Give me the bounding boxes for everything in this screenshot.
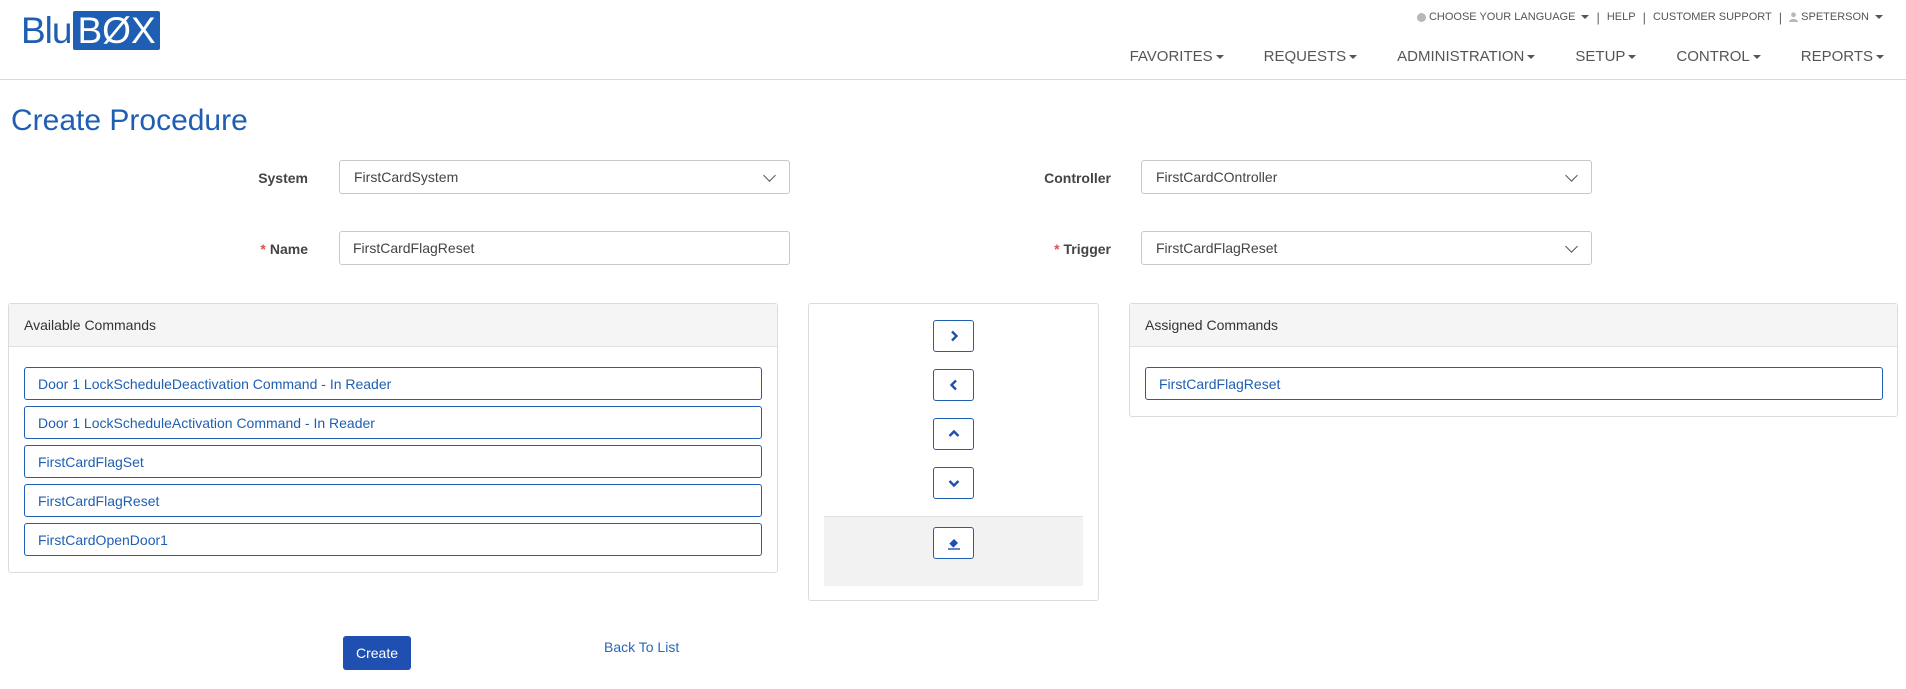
assigned-commands-title: Assigned Commands (1130, 304, 1897, 347)
available-command-item[interactable]: FirstCardOpenDoor1 (24, 523, 762, 556)
utility-bar: CHOOSE YOUR LANGUAGE | HELP | CUSTOMER S… (1416, 9, 1883, 25)
create-button[interactable]: Create (343, 636, 411, 670)
required-marker: * (1054, 241, 1060, 257)
nav-administration-label: ADMINISTRATION (1397, 48, 1525, 65)
main-nav: FAVORITES REQUESTS ADMINISTRATION SETUP … (1090, 48, 1884, 65)
blubox-logo[interactable]: Blu BØX (21, 11, 160, 50)
assigned-commands-panel: Assigned Commands FirstCardFlagReset (1129, 303, 1898, 417)
separator: | (1642, 9, 1646, 25)
user-menu[interactable]: SPETERSON (1789, 11, 1883, 23)
back-to-list-link[interactable]: Back To List (604, 639, 679, 655)
trigger-label-text: Trigger (1063, 241, 1111, 257)
nav-setup[interactable]: SETUP (1575, 48, 1637, 65)
caret-down-icon (1581, 15, 1590, 19)
caret-down-icon (1752, 54, 1761, 59)
name-label: * Name (230, 241, 308, 257)
name-input-value: FirstCardFlagReset (353, 240, 475, 256)
available-commands-panel: Available Commands Door 1 LockScheduleDe… (8, 303, 778, 573)
clear-button[interactable] (933, 527, 974, 559)
available-command-item[interactable]: FirstCardFlagReset (24, 484, 762, 517)
controller-label: Controller (1044, 170, 1111, 186)
chevron-right-icon (950, 330, 958, 342)
chevron-down-icon (1565, 240, 1578, 253)
chevron-left-icon (949, 379, 957, 391)
transfer-controls (808, 303, 1099, 601)
transfer-footer (824, 516, 1083, 586)
logo-text-box: BØX (73, 11, 160, 50)
nav-favorites[interactable]: FAVORITES (1130, 48, 1224, 65)
chevron-up-icon (948, 429, 959, 437)
controller-select[interactable]: FirstCardCOntroller (1141, 160, 1592, 194)
nav-requests-label: REQUESTS (1263, 48, 1347, 65)
user-name: SPETERSON (1801, 11, 1869, 23)
nav-reports-label: REPORTS (1800, 48, 1873, 65)
globe-icon (1416, 12, 1426, 22)
name-input[interactable]: FirstCardFlagReset (339, 231, 790, 265)
user-icon (1789, 12, 1799, 22)
available-commands-title: Available Commands (9, 304, 777, 347)
system-select[interactable]: FirstCardSystem (339, 160, 790, 194)
caret-down-icon (1349, 54, 1358, 59)
caret-down-icon (1215, 54, 1224, 59)
nav-administration[interactable]: ADMINISTRATION (1397, 48, 1536, 65)
page-title: Create Procedure (11, 104, 248, 137)
separator: | (1596, 9, 1600, 25)
nav-setup-label: SETUP (1575, 48, 1626, 65)
nav-reports[interactable]: REPORTS (1801, 48, 1884, 65)
available-command-item[interactable]: Door 1 LockScheduleActivation Command - … (24, 406, 762, 439)
move-down-button[interactable] (933, 467, 974, 499)
available-command-item[interactable]: Door 1 LockScheduleDeactivation Command … (24, 367, 762, 400)
nav-favorites-label: FAVORITES (1129, 48, 1213, 65)
help-link[interactable]: HELP (1607, 11, 1636, 23)
move-up-button[interactable] (933, 418, 974, 450)
logo-text-blu: Blu (21, 10, 72, 51)
required-marker: * (260, 241, 266, 257)
trigger-select-value: FirstCardFlagReset (1156, 240, 1278, 256)
system-label: System (258, 170, 308, 186)
caret-down-icon (1527, 54, 1536, 59)
assigned-command-item[interactable]: FirstCardFlagReset (1145, 367, 1883, 400)
name-label-text: Name (269, 241, 308, 257)
trigger-label: * Trigger (1000, 241, 1111, 257)
chevron-down-icon (763, 169, 776, 182)
nav-requests[interactable]: REQUESTS (1264, 48, 1358, 65)
language-menu[interactable]: CHOOSE YOUR LANGUAGE (1416, 11, 1590, 23)
system-select-value: FirstCardSystem (354, 169, 459, 185)
chevron-down-icon (1565, 169, 1578, 182)
separator: | (1778, 9, 1783, 25)
chevron-down-icon (948, 480, 959, 488)
trigger-select[interactable]: FirstCardFlagReset (1141, 231, 1592, 265)
customer-support-link[interactable]: CUSTOMER SUPPORT (1653, 11, 1772, 23)
controller-select-value: FirstCardCOntroller (1156, 169, 1278, 185)
nav-control-label: CONTROL (1676, 48, 1750, 65)
caret-down-icon (1876, 54, 1884, 59)
eraser-icon (947, 539, 960, 550)
nav-control[interactable]: CONTROL (1676, 48, 1761, 65)
available-command-item[interactable]: FirstCardFlagSet (24, 445, 762, 478)
caret-down-icon (1628, 54, 1637, 59)
language-label: CHOOSE YOUR LANGUAGE (1428, 11, 1576, 23)
app-header: Blu BØX CHOOSE YOUR LANGUAGE | HELP | CU… (0, 0, 1906, 80)
move-left-button[interactable] (933, 369, 974, 401)
caret-down-icon (1875, 15, 1883, 19)
move-right-button[interactable] (933, 320, 974, 352)
